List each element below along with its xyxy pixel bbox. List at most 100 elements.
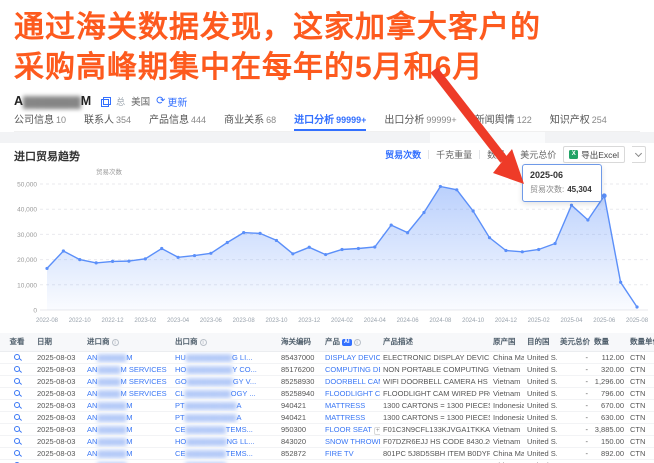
svg-text:2024-10: 2024-10 [462,318,485,324]
magnifier-icon[interactable] [14,438,20,444]
table-row: 2025-08-03 AN▇▇▇▇▇M PT▇▇▇▇▇▇▇▇▇A 940421 MATT… [0,400,654,412]
svg-text:2025-06: 2025-06 [593,318,616,324]
column-header-3[interactable]: 出口商 i [172,333,278,351]
product-name: DISPLAY DEVICE [325,353,380,362]
product-link[interactable]: MATTRESS [322,412,380,423]
column-header-1[interactable]: 日期 [34,333,84,351]
refresh-button[interactable]: ⟳ 更新 [156,94,187,109]
exporter-link[interactable]: CL▇▇▇▇▇▇▇▇OGY ... [172,388,278,399]
importer-link[interactable]: AN▇▇▇▇▇M [84,400,172,411]
importer-link[interactable]: AN▇▇▇▇M SERVICES [84,388,172,399]
svg-text:2022-08: 2022-08 [36,318,59,324]
importer-link[interactable]: AN▇▇▇▇▇M [84,412,172,423]
product-name: DOORBELL CAMERA [325,377,380,386]
column-header-6[interactable]: 产品描述 [380,333,490,351]
column-header-label: 产品描述 [383,337,413,346]
origin-cell: Vietnam [493,389,521,398]
column-header-0[interactable]: 查看 [0,333,34,351]
exporter-prefix: PT [175,413,185,422]
column-header-4[interactable]: 海关编码 [278,333,322,351]
svg-text:2024-02: 2024-02 [331,318,354,324]
exporter-link[interactable]: PT▇▇▇▇▇▇▇▇▇A [172,412,278,423]
magnifier-icon[interactable] [14,426,20,432]
tab-count: 354 [116,115,132,125]
date-cell: 2025-08-03 [37,365,76,374]
column-header-8[interactable]: 目的国 [524,333,557,351]
company-name-suffix: M [80,94,92,108]
exporter-blurred: ▇▇▇▇▇▇▇▇▇ [184,413,237,422]
svg-text:30,000: 30,000 [17,232,37,239]
importer-link[interactable]: AN▇▇▇▇M SERVICES [84,376,172,387]
importer-link[interactable]: AN▇▇▇▇▇M [84,352,172,363]
importer-link[interactable]: AN▇▇▇▇▇M [84,436,172,447]
column-header-10[interactable]: 数量 [591,333,627,351]
tab-出口分析[interactable]: 出口分析 99999+ [384,111,456,131]
product-link[interactable]: DISPLAY DEVICE [322,352,380,363]
tab-label: 出口分析 [384,115,425,126]
copy-icon[interactable] [101,96,112,107]
product-link[interactable]: MATTRESS [322,400,380,411]
tab-知识产权[interactable]: 知识产权 254 [550,111,607,131]
view-cell [0,400,34,411]
product-link[interactable]: SNOW THROWER [322,436,380,447]
product-link[interactable]: FIRE TV [322,448,380,459]
exporter-link[interactable]: HU▇▇▇▇▇▇▇▇G LI... [172,352,278,363]
quantity-cell: 630.00 [601,413,624,422]
refresh-label: 更新 [167,97,188,109]
unit-cell: CTN [630,377,646,386]
product-name: MATTRESS [325,401,366,410]
magnifier-icon[interactable] [14,378,20,384]
product-link[interactable]: DOORBELL CAMERA [322,376,380,387]
exporter-blurred: ▇▇▇▇▇▇▇ [185,425,226,434]
view-cell [0,364,34,375]
product-link[interactable]: FLOODLIGHT CAM [322,388,380,399]
tab-公司信息[interactable]: 公司信息 10 [14,111,66,131]
unit-cell: CTN [630,437,646,446]
tab-商业关系[interactable]: 商业关系 68 [224,111,276,131]
svg-text:2025-04: 2025-04 [560,318,583,324]
svg-text:20,000: 20,000 [17,257,37,264]
headline: 通过海关数据发现，这家加拿大客户的 采购高峰期集中在每年的5月和6月 [14,8,654,88]
column-header-11[interactable]: 数量单位 [627,333,654,351]
magnifier-icon[interactable] [14,414,20,420]
tooltip-label: 贸易次数: [530,185,565,194]
exporter-link[interactable]: CE▇▇▇▇▇▇▇TEMS... [172,448,278,459]
table-row: 2025-08-03 AN▇▇▇▇▇M HO▇▇▇▇▇▇▇NG LL... 84302… [0,436,654,448]
importer-blurred: ▇▇▇▇▇ [97,401,127,410]
exporter-link[interactable]: CE▇▇▇▇▇▇▇TEMS... [172,424,278,435]
tab-新闻舆情[interactable]: 新闻舆情 122 [475,111,532,131]
info-icon: i [199,338,207,346]
column-header-7[interactable]: 原产国 [490,333,524,351]
tab-联系人[interactable]: 联系人 354 [84,111,131,131]
origin-cell: Vietnam [493,377,521,386]
divider-inset [430,132,545,143]
tab-进口分析[interactable]: 进口分析 99999+ [294,111,367,131]
importer-link[interactable]: AN▇▇▇▇▇M [84,448,172,459]
magnifier-icon[interactable] [14,402,20,408]
svg-text:2024-04: 2024-04 [364,318,387,324]
product-link[interactable]: COMPUTING DEVICE [322,364,380,375]
importer-link[interactable]: AN▇▇▇▇M SERVICES [84,364,172,375]
description-cell: WIFI DOORBELL CAMERA HS CODE 852589... [383,377,490,386]
magnifier-icon[interactable] [14,450,20,456]
tab-label: 联系人 [84,115,115,126]
tab-产品信息[interactable]: 产品信息 444 [149,111,206,131]
column-header-2[interactable]: 进口商 i [84,333,172,351]
importer-link[interactable]: AN▇▇▇▇▇M [84,424,172,435]
magnifier-icon[interactable] [14,354,20,360]
svg-text:2025-02: 2025-02 [528,318,551,324]
exporter-link[interactable]: PT▇▇▇▇▇▇▇▇▇A [172,400,278,411]
tab-label: 公司信息 [14,115,54,126]
exporter-link[interactable]: GO▇▇▇▇▇▇▇▇GY V... [172,376,278,387]
column-header-5[interactable]: 产品 AI i [322,333,380,351]
svg-text:2022-12: 2022-12 [102,318,125,324]
magnifier-icon[interactable] [14,390,20,396]
magnifier-icon[interactable] [14,366,20,372]
column-header-9[interactable]: 美元总价 [557,333,591,351]
ai-badge: AI [342,338,352,346]
hs-code-cell: 85437000 [281,353,315,362]
tab-count: 68 [266,115,277,125]
product-link[interactable]: FLOOR SEAT+3 [322,424,380,435]
exporter-link[interactable]: HO▇▇▇▇▇▇▇▇Y CO... [172,364,278,375]
exporter-link[interactable]: HO▇▇▇▇▇▇▇NG LL... [172,436,278,447]
